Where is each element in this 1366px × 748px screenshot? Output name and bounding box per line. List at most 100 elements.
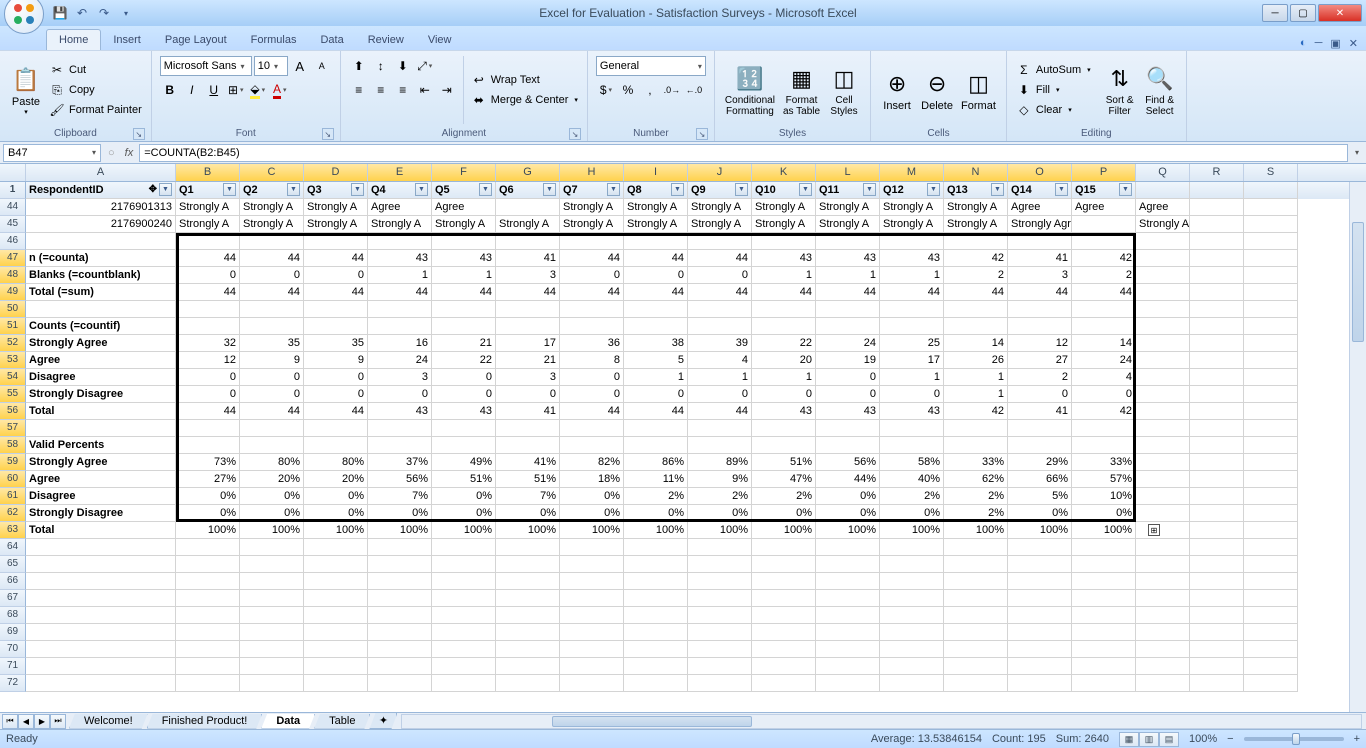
autofill-options-icon[interactable]: ⊞ [1148,524,1160,536]
cell[interactable]: 0% [1072,505,1136,522]
cell[interactable] [688,556,752,573]
cell[interactable] [1072,216,1136,233]
cell[interactable]: Agree [368,199,432,216]
cell[interactable]: 44 [688,250,752,267]
cell[interactable] [368,233,432,250]
filter-dropdown-icon[interactable]: ▼ [671,183,684,196]
row-header[interactable]: 49 [0,284,26,301]
row-header[interactable]: 67 [0,590,26,607]
cell[interactable] [560,573,624,590]
cell[interactable] [1190,471,1244,488]
cell[interactable] [1244,641,1298,658]
cell[interactable] [688,675,752,692]
filter-header-cell[interactable]: Q5▼ [432,182,496,199]
cell[interactable] [1136,284,1190,301]
cell[interactable] [240,437,304,454]
cell[interactable] [496,641,560,658]
cell[interactable] [880,233,944,250]
cell[interactable] [624,233,688,250]
font-family-combo[interactable]: Microsoft Sans▾ [160,56,252,76]
scrollbar-thumb[interactable] [1352,222,1364,342]
cell[interactable] [1190,675,1244,692]
cell[interactable]: 0% [432,505,496,522]
cell[interactable]: 0 [176,369,240,386]
cell[interactable]: 100% [880,522,944,539]
cell[interactable]: 37% [368,454,432,471]
cell[interactable]: 43 [752,250,816,267]
cell[interactable] [560,590,624,607]
filter-header-cell[interactable]: RespondentID▼✥ [26,182,176,199]
cell[interactable]: 2% [944,505,1008,522]
cell[interactable] [1190,658,1244,675]
cell[interactable] [688,318,752,335]
cell[interactable]: 5 [624,352,688,369]
cell[interactable]: 2176901313 [26,199,176,216]
cell[interactable] [1136,250,1190,267]
close-button[interactable]: ✕ [1318,4,1362,22]
cell[interactable] [1190,233,1244,250]
cell[interactable] [1244,199,1298,216]
cell[interactable]: 2% [944,488,1008,505]
cell[interactable] [1136,522,1190,539]
cell[interactable]: 1 [944,369,1008,386]
tab-formulas[interactable]: Formulas [239,30,309,50]
cell[interactable]: 0 [304,369,368,386]
cell[interactable]: 7% [368,488,432,505]
cell[interactable]: Strongly A [880,216,944,233]
cell[interactable] [880,624,944,641]
cell[interactable] [1190,403,1244,420]
cell[interactable]: 2 [1008,369,1072,386]
align-middle-button[interactable]: ↕ [371,56,391,76]
cell[interactable]: 0% [368,505,432,522]
cell[interactable] [496,301,560,318]
bold-button[interactable]: B [160,80,180,100]
filter-header-cell[interactable]: Q13▼ [944,182,1008,199]
cell[interactable] [624,437,688,454]
cell[interactable] [560,641,624,658]
cell[interactable]: 44 [240,250,304,267]
filter-dropdown-icon[interactable]: ▼ [991,183,1004,196]
view-normal-button[interactable]: ▦ [1119,732,1139,747]
cell[interactable] [1136,454,1190,471]
cell[interactable] [1072,624,1136,641]
cell[interactable] [1244,454,1298,471]
cell[interactable] [496,233,560,250]
cell[interactable]: 4 [688,352,752,369]
cell[interactable]: Agree [1008,199,1072,216]
cell[interactable]: 44 [880,284,944,301]
cell[interactable]: 44 [560,284,624,301]
cell[interactable] [560,556,624,573]
cell[interactable] [816,301,880,318]
cell[interactable] [26,573,176,590]
cell[interactable]: 0% [560,488,624,505]
cell[interactable] [1244,573,1298,590]
cell[interactable]: 26 [944,352,1008,369]
cell[interactable]: Agree [1072,199,1136,216]
cell[interactable]: 21 [432,335,496,352]
cell[interactable]: 44 [624,250,688,267]
cell[interactable]: 0 [432,369,496,386]
cell[interactable]: 100% [432,522,496,539]
cell[interactable] [496,199,560,216]
cell[interactable] [1244,675,1298,692]
column-header[interactable]: Q [1136,164,1190,181]
cell[interactable] [880,301,944,318]
cell[interactable] [624,420,688,437]
cell[interactable] [752,573,816,590]
cell[interactable] [816,573,880,590]
cell[interactable]: 100% [1008,522,1072,539]
cell[interactable] [1190,607,1244,624]
wrap-text-button[interactable]: ↩Wrap Text [468,71,581,89]
column-header[interactable]: I [624,164,688,181]
cell[interactable] [368,539,432,556]
row-header[interactable]: 44 [0,199,26,216]
cell[interactable] [880,590,944,607]
cell[interactable] [176,675,240,692]
cell[interactable]: 43 [752,403,816,420]
cell[interactable]: 35 [304,335,368,352]
cell[interactable] [1072,301,1136,318]
cell[interactable] [432,539,496,556]
cell[interactable]: 100% [688,522,752,539]
cell[interactable]: 2176900240 [26,216,176,233]
cell[interactable] [368,624,432,641]
